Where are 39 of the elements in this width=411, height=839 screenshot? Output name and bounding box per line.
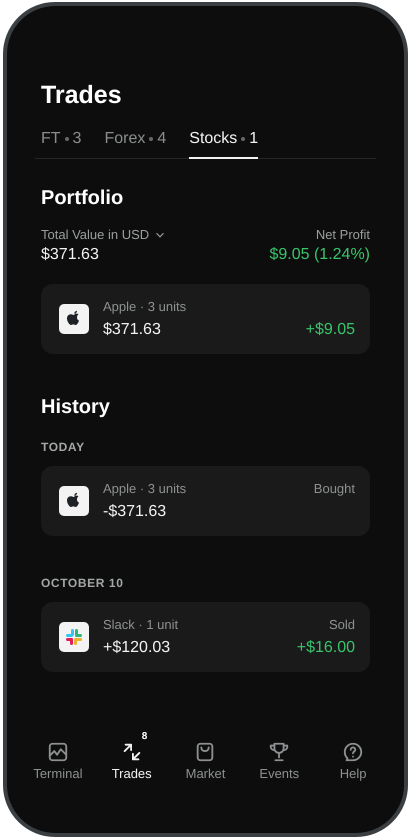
bag-icon <box>194 741 216 763</box>
date-heading: OCTOBER 10 <box>41 576 124 590</box>
nav-tab[interactable]: Help <box>321 731 386 783</box>
trade-name: Slack · 1 unit <box>103 617 178 632</box>
slack-logo-icon <box>59 622 89 652</box>
page-title: Trades <box>41 80 123 111</box>
holding-profit: +$9.05 <box>306 321 355 339</box>
total-value: $371.63 <box>41 246 99 264</box>
trade-action: Bought <box>314 481 355 496</box>
nav-tab[interactable]: Market <box>173 731 238 783</box>
trophy-icon <box>268 741 290 763</box>
holding-name: Apple · 3 units <box>103 299 186 314</box>
trades-count-label: 8 <box>142 731 148 742</box>
holding-card[interactable]: Apple · 3 units $371.63 +$9.05 <box>41 284 370 354</box>
tab[interactable]: Forex 4 <box>104 130 166 159</box>
nav-tab[interactable]: 8 Trades <box>100 731 164 783</box>
trade-card[interactable]: Slack · 1 unit +$120.03 Sold +$16.00 <box>41 602 370 672</box>
chart-icon <box>46 741 69 763</box>
apple-logo-icon <box>59 486 89 516</box>
apple-logo-icon <box>59 304 89 334</box>
section-heading: Portfolio <box>41 186 124 211</box>
tab[interactable]: Stocks 1 <box>189 130 258 159</box>
arrows-icon <box>120 741 143 763</box>
trade-profit: +$16.00 <box>296 639 355 657</box>
nav-tab[interactable]: Terminal <box>26 731 90 783</box>
trade-name: Apple · 3 units <box>103 481 186 496</box>
net-profit: $9.05 (1.24%) <box>269 246 370 264</box>
date-heading: TODAY <box>41 440 86 454</box>
profit-label: Net Profit <box>316 227 370 242</box>
nav-tab[interactable]: Events <box>247 731 312 783</box>
currency-selector[interactable]: Total Value in USD <box>41 227 168 242</box>
trade-amount: -$371.63 <box>103 503 166 521</box>
trade-action: Sold <box>328 617 355 632</box>
trade-card[interactable]: Apple · 3 units -$371.63 Bought <box>41 466 370 536</box>
help-icon <box>342 741 364 763</box>
tab[interactable]: FT 3 <box>41 130 82 159</box>
trade-amount: +$120.03 <box>103 639 170 657</box>
holding-value: $371.63 <box>103 321 161 339</box>
section-heading: History <box>41 395 111 420</box>
